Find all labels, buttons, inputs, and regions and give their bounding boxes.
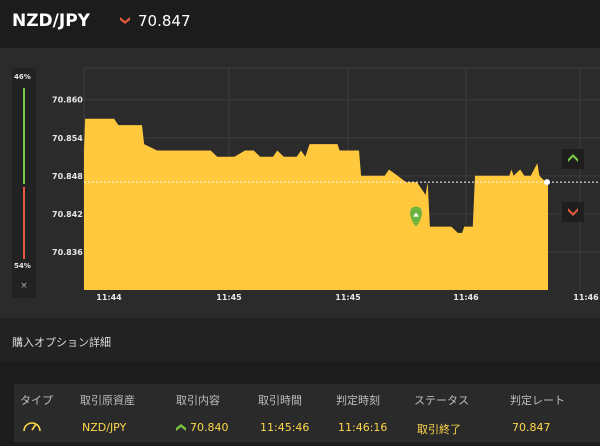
row-content: 70.840	[176, 421, 229, 434]
col-status: ステータス	[414, 394, 469, 407]
x-tick-label-4: 11:46	[573, 293, 599, 302]
col-content: 取引内容	[176, 394, 220, 407]
row-trade-time: 11:45:46	[260, 421, 310, 434]
x-tick-label-2: 11:45	[335, 293, 361, 302]
header-rate: 70.847	[120, 12, 191, 30]
header-bar: NZD/JPY 70.847	[0, 0, 600, 48]
y-tick-label-4: 70.836	[52, 248, 83, 257]
current-rate: 70.847	[138, 12, 191, 30]
y-tick-label-3: 70.842	[52, 210, 83, 219]
x-axis: 11:44 11:45 11:45 11:46 11:46	[96, 293, 599, 302]
row-judge-rate: 70.847	[512, 421, 551, 434]
down-arrow-icon	[120, 17, 130, 24]
col-judge-time: 判定時刻	[336, 394, 380, 407]
x-tick-label-0: 11:44	[96, 293, 122, 302]
y-tick-label-0: 70.860	[52, 96, 83, 105]
call-button[interactable]	[562, 149, 584, 169]
table-header: タイプ 取引原資産 取引内容 取引時間 判定時刻 ステータス 判定レート	[14, 384, 600, 412]
table-row[interactable]: NZD/JPY 70.840 11:45:46 11:46:16 取引終了 70…	[14, 412, 600, 442]
put-button[interactable]	[562, 202, 584, 222]
row-asset: NZD/JPY	[82, 421, 127, 434]
col-judge-rate: 判定レート	[510, 394, 565, 407]
x-tick-label-1: 11:45	[216, 293, 242, 302]
row-status: 取引終了	[417, 423, 461, 436]
y-tick-label-2: 70.848	[52, 172, 83, 181]
y-tick-label-1: 70.854	[52, 134, 83, 143]
current-rate-dot	[544, 179, 550, 186]
row-content-value: 70.840	[190, 421, 229, 434]
col-asset: 取引原資産	[80, 394, 135, 407]
col-trade-time: 取引時間	[258, 394, 302, 407]
y-axis: 70.860 70.854 70.848 70.842 70.836	[52, 96, 83, 257]
gauge-icon	[22, 417, 42, 436]
chart-area[interactable]: 46% 54% × 70.860 70.854 70.848 70.842 70.836…	[0, 48, 600, 318]
pair-title: NZD/JPY	[12, 11, 90, 31]
x-tick-label-3: 11:46	[453, 293, 479, 302]
details-bar: 購入オプション詳細	[0, 318, 600, 362]
row-judge-time: 11:46:16	[338, 421, 388, 434]
details-title: 購入オプション詳細	[12, 336, 111, 349]
price-chart[interactable]: 70.86070.85470.84870.84270.836 11:44 11:4…	[0, 48, 600, 318]
up-arrow-icon	[176, 423, 186, 431]
col-type: タイプ	[20, 394, 53, 407]
